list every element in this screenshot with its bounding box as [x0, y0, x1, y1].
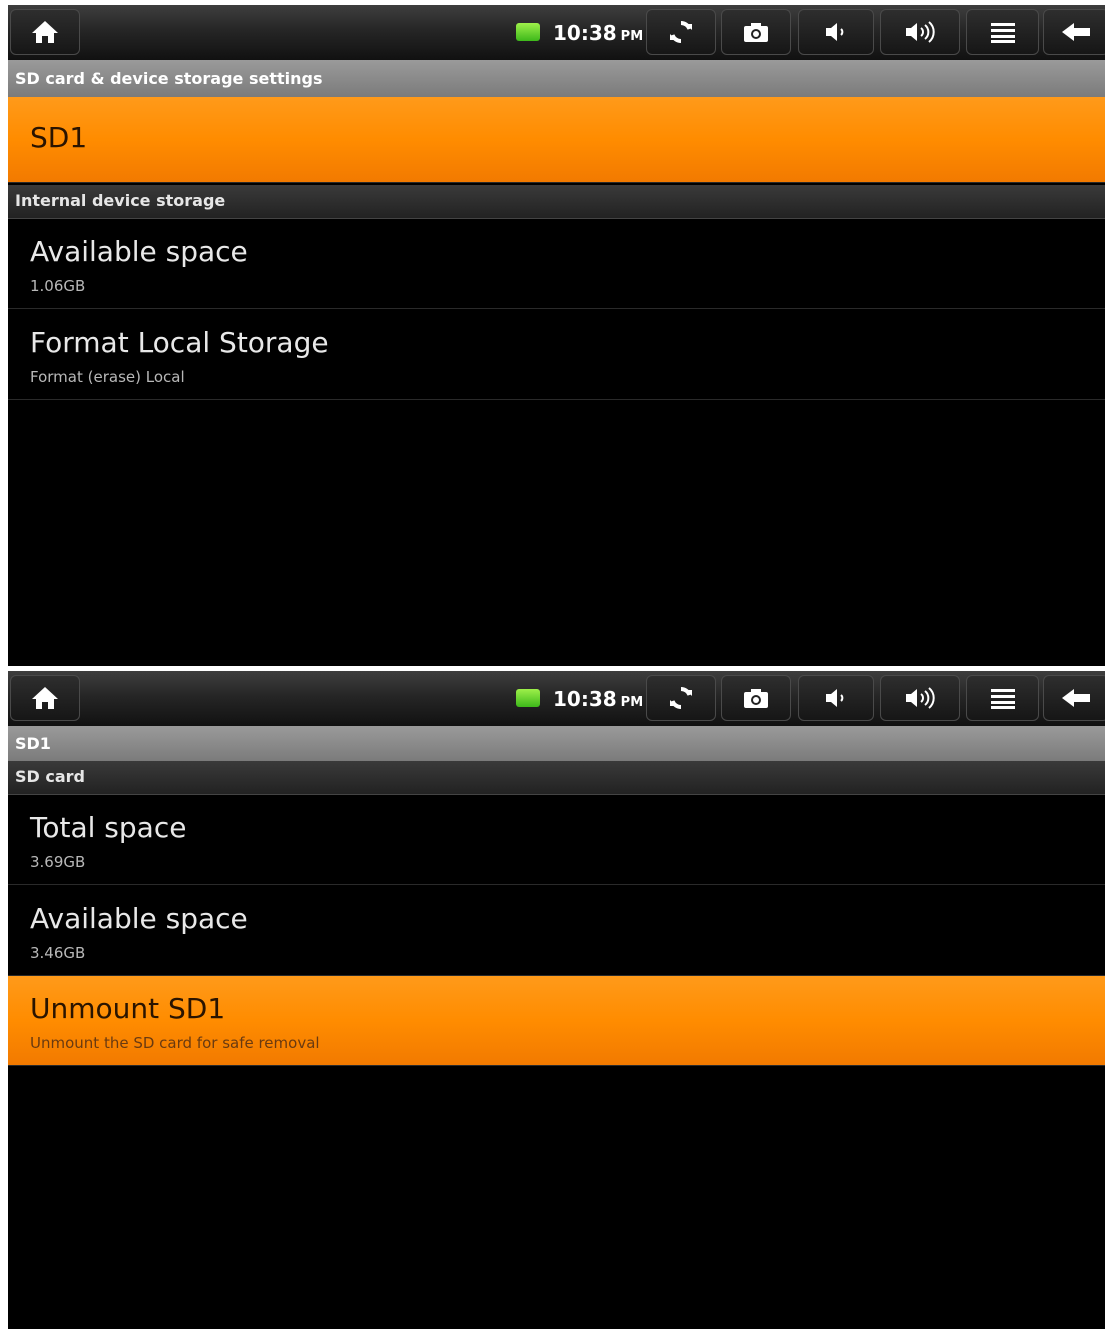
- item-title: Format Local Storage: [30, 326, 329, 359]
- volume-up-button[interactable]: [880, 675, 960, 721]
- camera-icon: [744, 23, 768, 42]
- screenshot-button[interactable]: [721, 675, 791, 721]
- volume-down-button[interactable]: [798, 675, 874, 721]
- home-icon: [32, 687, 58, 709]
- battery-icon: [516, 689, 540, 707]
- volume-down-icon: [826, 23, 844, 41]
- item-summary: Format (erase) Local: [30, 368, 185, 386]
- refresh-icon: [670, 20, 692, 44]
- menu-icon: [990, 689, 1015, 709]
- refresh-button[interactable]: [646, 9, 716, 55]
- volume-down-button[interactable]: [798, 9, 874, 55]
- item-title: Available space: [30, 235, 248, 268]
- volume-up-button[interactable]: [880, 9, 960, 55]
- item-title: Unmount SD1: [30, 992, 226, 1025]
- sd1-item-title: SD1: [30, 121, 88, 154]
- page-title-bar: SD1: [8, 726, 1105, 761]
- item-summary: 3.69GB: [30, 853, 86, 871]
- item-title: Total space: [30, 811, 187, 844]
- refresh-icon: [670, 686, 692, 710]
- category-sd-card: SD card: [8, 761, 1105, 795]
- camera-icon: [744, 689, 768, 708]
- screenshot-button[interactable]: [721, 9, 791, 55]
- unmount-sd1-item[interactable]: Unmount SD1 Unmount the SD card for safe…: [8, 976, 1105, 1066]
- storage-settings-screen: 10:38 PM SD card & device storage settin…: [8, 5, 1105, 666]
- home-icon: [32, 21, 58, 43]
- available-space-item: Available space 3.46GB: [8, 886, 1105, 976]
- system-bar: 10:38 PM: [8, 5, 1105, 60]
- total-space-item: Total space 3.69GB: [8, 795, 1105, 885]
- sd1-item[interactable]: SD1: [8, 97, 1105, 183]
- back-arrow-icon: [1062, 689, 1090, 707]
- volume-up-icon: [906, 21, 935, 43]
- back-arrow-icon: [1062, 23, 1090, 41]
- system-bar: 10:38 PM: [8, 671, 1105, 726]
- back-button[interactable]: [1043, 675, 1105, 721]
- category-internal-storage: Internal device storage: [8, 185, 1105, 219]
- battery-icon: [516, 23, 540, 41]
- menu-icon: [990, 23, 1015, 43]
- refresh-button[interactable]: [646, 675, 716, 721]
- home-button[interactable]: [10, 675, 80, 721]
- clock: 10:38 PM: [553, 687, 644, 711]
- home-button[interactable]: [10, 9, 80, 55]
- item-title: Available space: [30, 902, 248, 935]
- page-title: SD1: [15, 734, 51, 753]
- sd1-settings-screen: 10:38 PM SD1 SD card Total space 3.69GB …: [8, 671, 1105, 1329]
- page-title: SD card & device storage settings: [15, 69, 323, 88]
- page-title-bar: SD card & device storage settings: [8, 60, 1105, 97]
- clock: 10:38 PM: [553, 21, 644, 45]
- item-summary: Unmount the SD card for safe removal: [30, 1034, 320, 1052]
- category-label: SD card: [15, 767, 85, 786]
- item-summary: 1.06GB: [30, 277, 86, 295]
- category-label: Internal device storage: [15, 191, 226, 210]
- menu-button[interactable]: [966, 9, 1039, 55]
- available-space-item: Available space 1.06GB: [8, 219, 1105, 309]
- format-local-storage-item[interactable]: Format Local Storage Format (erase) Loca…: [8, 310, 1105, 400]
- volume-down-icon: [826, 689, 844, 707]
- back-button[interactable]: [1043, 9, 1105, 55]
- item-summary: 3.46GB: [30, 944, 86, 962]
- volume-up-icon: [906, 687, 935, 709]
- menu-button[interactable]: [966, 675, 1039, 721]
